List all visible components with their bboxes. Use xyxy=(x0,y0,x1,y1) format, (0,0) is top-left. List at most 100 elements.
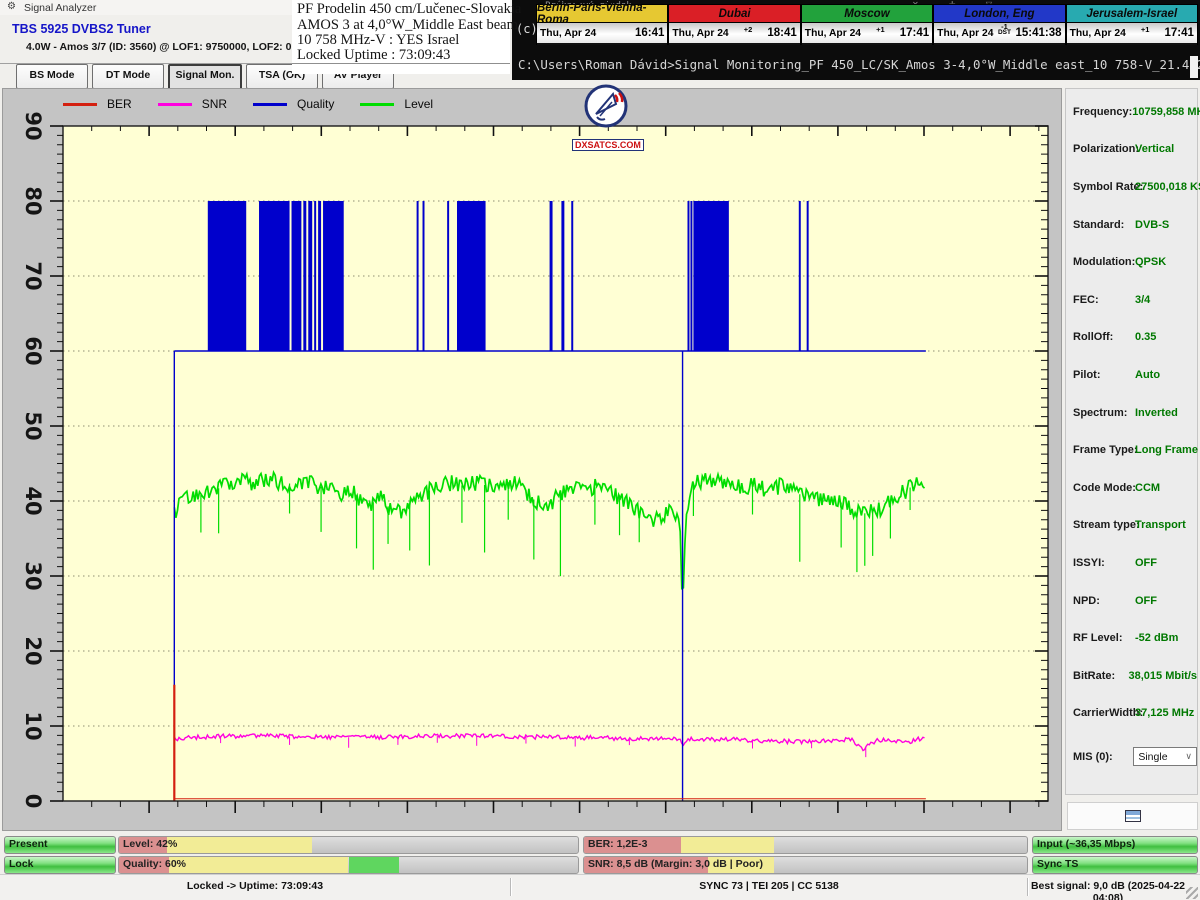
svg-text:40: 40 xyxy=(21,486,45,515)
param-label: Symbol Rate: xyxy=(1066,181,1135,193)
dxsatcs-logo: DXSATCS.COM xyxy=(572,82,640,153)
lock-indicator: Lock xyxy=(4,856,116,874)
tuner-name: TBS 5925 DVBS2 Tuner xyxy=(12,22,151,36)
param-value: DVB-S xyxy=(1135,219,1169,231)
svg-text:80: 80 xyxy=(21,186,45,215)
clock-city-header: Dubai xyxy=(669,5,799,23)
mode-tab-label: DT Mode xyxy=(106,69,150,81)
app-title: Signal Analyzer xyxy=(24,2,96,14)
meter-label: Level: 42% xyxy=(123,837,177,852)
param-value: OFF xyxy=(1135,557,1157,569)
param-label: Stream type: xyxy=(1066,519,1135,531)
clock-body: Thu, Apr 24 +2 18:41 xyxy=(669,23,799,45)
param-row: CarrierWidth: 37,125 MHz xyxy=(1066,695,1197,733)
clock-body: Thu, Apr 24 -1 DST 15:41:38 xyxy=(934,23,1064,45)
param-row: Pilot: Auto xyxy=(1066,356,1197,394)
legend-label: Quality xyxy=(297,97,334,111)
clock-date: Thu, Apr 24 xyxy=(1070,28,1126,39)
clock-column: Moscow Thu, Apr 24 +1 17:41 xyxy=(801,4,933,45)
clock-body: Thu, Apr 24 16:41 xyxy=(537,23,667,45)
svg-text:30: 30 xyxy=(21,561,45,590)
snr-meter: SNR: 8,5 dB (Margin: 3,0 dB | Poor) xyxy=(583,856,1028,874)
param-label: Spectrum: xyxy=(1066,407,1135,419)
legend-line-swatch xyxy=(253,103,287,106)
svg-text:0: 0 xyxy=(21,794,45,809)
clock-column: Berlin-Paris-Vienna-Roma Thu, Apr 24 16:… xyxy=(536,4,668,45)
param-row: Frame Type: Long Frame xyxy=(1066,431,1197,469)
mode-tab[interactable]: Signal Mon. xyxy=(168,64,242,91)
console-button[interactable] xyxy=(1067,802,1198,830)
legend-line-swatch xyxy=(158,103,192,106)
mode-tab[interactable]: DT Mode xyxy=(92,64,164,89)
clock-city-label: Berlin-Paris-Vienna-Roma xyxy=(537,2,667,26)
mode-tab[interactable]: BS Mode xyxy=(16,64,88,89)
note-line-dish: PF Prodelin 450 cm/Lučenec-Slovakia xyxy=(292,2,510,18)
param-label: Polarization: xyxy=(1066,143,1135,155)
mis-dropdown[interactable]: Single ∨ xyxy=(1133,747,1197,766)
param-label: Frequency: xyxy=(1066,106,1132,118)
clock-offset: -1 DST xyxy=(998,24,1011,36)
meter-label: SNR: 8,5 dB (Margin: 3,0 dB | Poor) xyxy=(588,857,763,872)
clock-body: Thu, Apr 24 +1 17:41 xyxy=(802,23,932,45)
param-value: 27500,018 KS/s xyxy=(1135,181,1200,193)
param-label: RollOff: xyxy=(1066,331,1135,343)
mode-tab-label: Signal Mon. xyxy=(176,69,235,81)
param-label: Frame Type: xyxy=(1066,444,1135,456)
signal-chart: BER SNR Quality Level 010203040506070809… xyxy=(2,88,1062,831)
param-label: Pilot: xyxy=(1066,369,1135,381)
screen: ⚙ Signal Analyzer TBS 5925 DVBS2 Tuner 4… xyxy=(0,0,1200,900)
legend-line-swatch xyxy=(63,103,97,106)
param-label: FEC: xyxy=(1066,294,1135,306)
mis-label: MIS (0): xyxy=(1066,751,1130,763)
sync-ts-label: Sync TS xyxy=(1033,857,1197,872)
level-meter: Level: 42% xyxy=(118,836,579,854)
legend-label: Level xyxy=(404,97,433,111)
clock-column: Dubai Thu, Apr 24 +2 18:41 xyxy=(668,4,800,45)
legend-item: Level xyxy=(360,97,433,111)
ber-meter: BER: 1,2E-3 xyxy=(583,836,1028,854)
param-row: Standard: DVB-S xyxy=(1066,206,1197,244)
param-value: Vertical xyxy=(1135,143,1174,155)
clock-time: 18:41 xyxy=(767,27,796,39)
param-label: Modulation: xyxy=(1066,256,1135,268)
param-value: OFF xyxy=(1135,595,1157,607)
param-value: 38,015 Mbit/s xyxy=(1129,670,1197,682)
param-value: Auto xyxy=(1135,369,1160,381)
clock-date: Thu, Apr 24 xyxy=(672,28,728,39)
mode-tab-label: BS Mode xyxy=(30,69,75,81)
svg-text:10: 10 xyxy=(21,711,45,740)
clock-date: Thu, Apr 24 xyxy=(805,28,861,39)
clock-city-label: Jerusalem-Israel xyxy=(1086,8,1177,20)
param-label: NPD: xyxy=(1066,595,1135,607)
meter-label: BER: 1,2E-3 xyxy=(588,837,648,852)
terminal-scrollbar[interactable] xyxy=(1190,56,1198,78)
legend-item: BER xyxy=(63,97,132,111)
input-indicator: Input (~36,35 Mbps) xyxy=(1032,836,1198,854)
legend-label: SNR xyxy=(202,97,227,111)
param-value: QPSK xyxy=(1135,256,1166,268)
clock-column: London, Eng Thu, Apr 24 -1 DST 15:41:38 xyxy=(933,4,1065,45)
annotation-note: PF Prodelin 450 cm/Lučenec-Slovakia AMOS… xyxy=(292,0,510,74)
svg-text:60: 60 xyxy=(21,336,45,365)
legend-line-swatch xyxy=(360,103,394,106)
param-value: CCM xyxy=(1135,482,1160,494)
param-row: Stream type: Transport xyxy=(1066,507,1197,545)
legend-item: Quality xyxy=(253,97,334,111)
param-label: ISSYI: xyxy=(1066,557,1135,569)
clock-time: 17:41 xyxy=(1165,27,1194,39)
clock-dst-label: DST xyxy=(998,30,1011,36)
note-line-satellite: AMOS 3 at 4,0°W_Middle East beam xyxy=(292,18,510,34)
svg-text:90: 90 xyxy=(21,111,45,140)
legend-label: BER xyxy=(107,97,132,111)
param-label: RF Level: xyxy=(1066,632,1135,644)
resize-grip[interactable] xyxy=(1186,887,1198,899)
chevron-down-icon: ∨ xyxy=(1185,751,1192,762)
clock-date: Thu, Apr 24 xyxy=(937,28,993,39)
clock-offset: +1 xyxy=(876,27,885,33)
mis-row: MIS (0): Single ∨ xyxy=(1066,747,1197,766)
clock-time: 16:41 xyxy=(635,27,664,39)
clock-offset-value: +2 xyxy=(744,27,753,33)
clock-city-header: Moscow xyxy=(802,5,932,23)
param-value: 0.35 xyxy=(1135,331,1156,343)
chart-plot: 0102030405060708090 xyxy=(3,89,1061,830)
